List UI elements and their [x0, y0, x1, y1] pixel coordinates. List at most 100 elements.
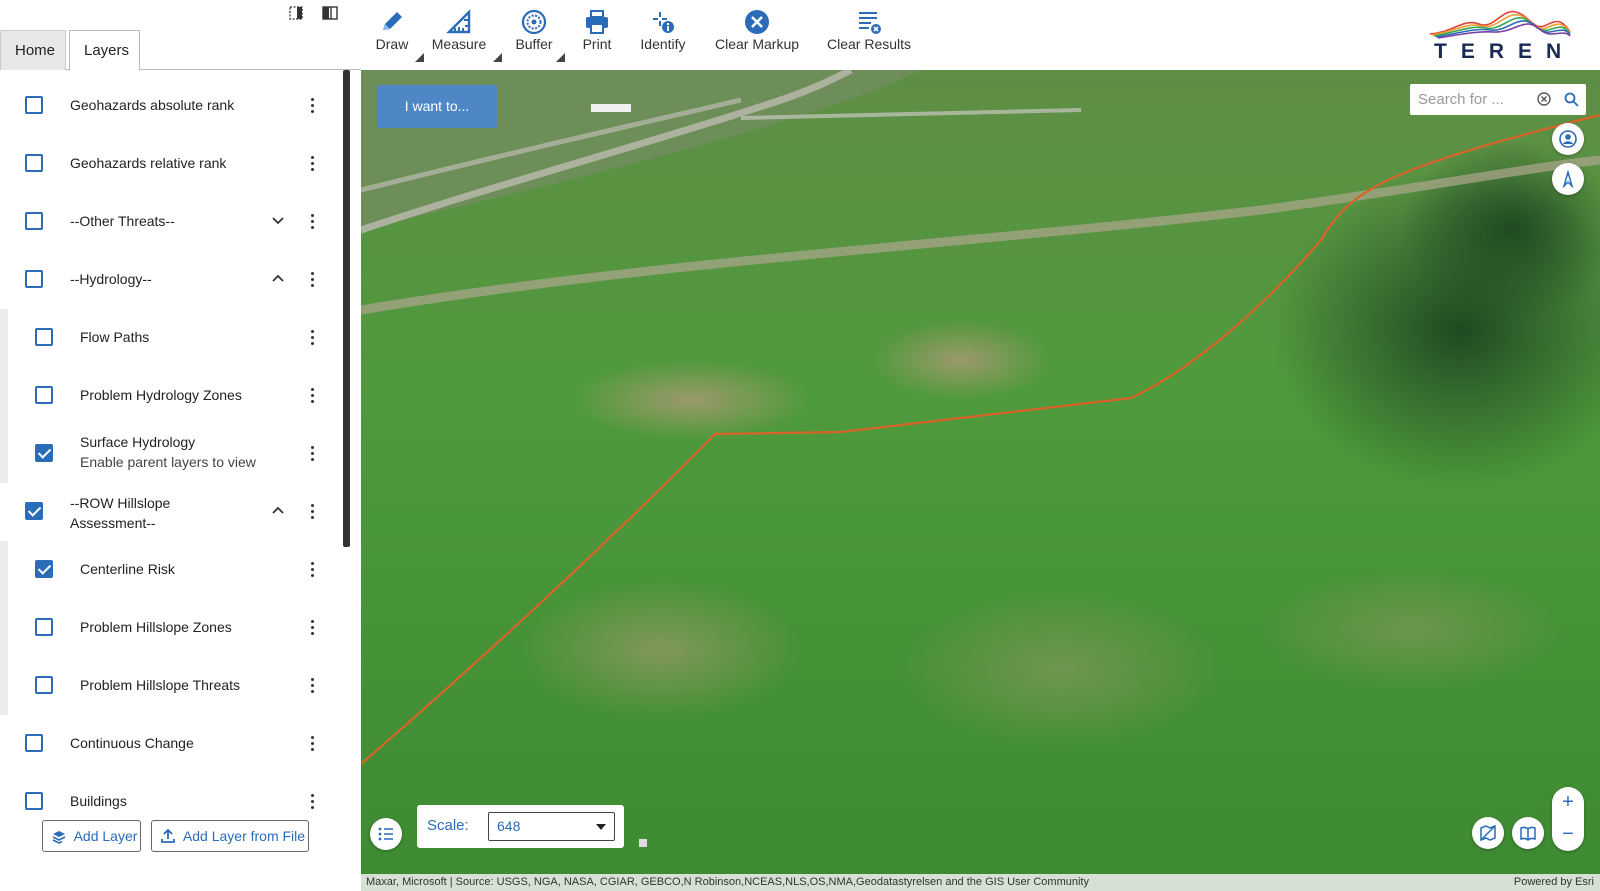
search-icon[interactable]	[1564, 92, 1579, 107]
layer-checkbox[interactable]	[25, 154, 43, 172]
buffer-tool[interactable]: Buffer	[514, 4, 565, 64]
layers-panel: Home Layers t Geohazards absolute rankGe…	[0, 0, 361, 891]
layer-options-icon[interactable]	[307, 94, 317, 116]
search-box	[1410, 84, 1586, 115]
zoom-out-button[interactable]: −	[1552, 819, 1584, 851]
scale-control: Scale: 648	[417, 805, 624, 848]
toolbar: Draw Measure Buffer Print Identify Clear…	[361, 0, 1600, 70]
user-location-icon	[1559, 130, 1577, 148]
clear-results-tool[interactable]: Clear Results	[827, 4, 911, 64]
layer-options-icon[interactable]	[307, 616, 317, 638]
layer-options-icon[interactable]	[307, 558, 317, 580]
locate-button[interactable]	[1552, 123, 1584, 155]
print-tool[interactable]: Print	[581, 4, 613, 64]
layer-checkbox[interactable]	[25, 212, 43, 230]
layer-row[interactable]: Flow Paths	[0, 309, 350, 367]
layer-checkbox[interactable]	[35, 618, 53, 636]
layer-name: --Hydrology--	[70, 271, 152, 287]
layer-row[interactable]: --Hydrology--	[0, 251, 350, 309]
bookmarks-button[interactable]	[1512, 817, 1544, 849]
layer-row[interactable]: Geohazards relative rank	[0, 135, 350, 193]
layer-row[interactable]: Problem Hillslope Threats	[0, 657, 350, 715]
compass-button[interactable]	[1552, 163, 1584, 195]
layer-checkbox[interactable]	[25, 734, 43, 752]
chevron-up-icon[interactable]	[271, 271, 285, 285]
layer-checkbox[interactable]	[35, 560, 53, 578]
identify-icon	[653, 12, 674, 33]
layer-options-icon[interactable]	[307, 674, 317, 696]
add-layer-button[interactable]: Add Layer	[42, 820, 141, 852]
buffer-label: Buffer	[515, 36, 553, 52]
layer-checkbox[interactable]	[35, 328, 53, 346]
layer-options-icon[interactable]	[307, 500, 317, 522]
dock-panel-icon[interactable]	[322, 6, 338, 20]
layer-checkbox[interactable]	[35, 386, 53, 404]
child-indent-bar	[0, 425, 8, 483]
teren-logo: TEREN	[1424, 4, 1574, 66]
layer-row[interactable]: Continuous Change	[0, 715, 350, 773]
child-indent-bar	[0, 657, 8, 715]
layer-checkbox[interactable]	[35, 444, 53, 462]
layer-row[interactable]: Geohazards absolute rank	[0, 77, 350, 135]
identify-tool[interactable]: Identify	[639, 4, 687, 64]
layer-options-icon[interactable]	[307, 442, 317, 464]
i-want-to-button[interactable]: I want to...	[377, 85, 497, 128]
powered-by-esri[interactable]: Powered by Esri	[1514, 874, 1594, 891]
draw-menu-indicator	[415, 53, 424, 62]
measure-tool[interactable]: Measure	[431, 4, 502, 64]
draw-tool[interactable]: Draw	[369, 4, 424, 64]
zoom-control: + −	[1552, 787, 1584, 851]
tab-layers[interactable]: Layers	[69, 30, 140, 71]
collapse-panel-icon[interactable]	[289, 6, 303, 20]
layers-add-icon	[52, 831, 66, 844]
measure-label: Measure	[431, 36, 487, 52]
layer-options-icon[interactable]	[307, 152, 317, 174]
add-layer-from-file-label: Add Layer from File	[182, 828, 306, 844]
attribution-text: Maxar, Microsoft | Source: USGS, NGA, NA…	[366, 876, 1089, 888]
layer-options-icon[interactable]	[307, 326, 317, 348]
layer-checkbox[interactable]	[25, 502, 43, 520]
clear-results-icon	[859, 12, 881, 34]
layer-checkbox[interactable]	[25, 270, 43, 288]
child-indent-bar	[0, 541, 8, 599]
layer-row[interactable]: --Other Threats--	[0, 193, 350, 251]
buffer-menu-indicator	[556, 53, 565, 62]
scale-select[interactable]: 648	[488, 812, 615, 841]
layer-options-icon[interactable]	[307, 210, 317, 232]
map-view[interactable]: I want to... Scale: 648	[361, 70, 1600, 891]
layer-list-scrollbar[interactable]	[343, 70, 350, 547]
layer-options-icon[interactable]	[307, 732, 317, 754]
zoom-in-button[interactable]: +	[1552, 787, 1584, 819]
legend-button[interactable]	[370, 818, 402, 850]
layer-name: Flow Paths	[80, 329, 150, 345]
layer-row[interactable]: Problem Hydrology Zones	[0, 367, 350, 425]
clear-markup-tool[interactable]: Clear Markup	[715, 4, 799, 64]
layer-name: Geohazards relative rank	[70, 155, 227, 171]
measure-menu-indicator	[493, 53, 502, 62]
layer-row[interactable]: --ROW Hillslope Assessment--	[0, 483, 350, 541]
add-layer-from-file-button[interactable]: Add Layer from File	[151, 820, 309, 852]
chevron-up-icon[interactable]	[271, 503, 285, 517]
layer-name: --ROW Hillslope Assessment--	[70, 495, 171, 531]
logo-wave-icon	[1429, 10, 1571, 39]
layer-options-icon[interactable]	[307, 384, 317, 406]
layer-checkbox[interactable]	[35, 676, 53, 694]
layer-checkbox[interactable]	[25, 96, 43, 114]
identify-label: Identify	[640, 36, 686, 52]
search-input[interactable]	[1410, 84, 1528, 115]
layer-row[interactable]: Surface Hydrology Enable parent layers to…	[0, 425, 350, 483]
basemap-toggle-button[interactable]	[1472, 817, 1504, 849]
clear-search-icon[interactable]	[1537, 92, 1551, 106]
tab-home[interactable]: Home	[0, 30, 66, 70]
child-indent-bar	[0, 309, 8, 367]
resize-handle[interactable]	[639, 839, 647, 847]
layer-row[interactable]: Problem Hillslope Zones	[0, 599, 350, 657]
layer-row[interactable]: Centerline Risk	[0, 541, 350, 599]
layer-options-icon[interactable]	[307, 790, 317, 812]
pencil-icon	[383, 12, 402, 30]
layer-checkbox[interactable]	[25, 792, 43, 810]
chevron-down-icon[interactable]	[271, 213, 285, 227]
layer-options-icon[interactable]	[307, 268, 317, 290]
list-icon	[378, 827, 393, 841]
printer-icon	[586, 10, 608, 34]
